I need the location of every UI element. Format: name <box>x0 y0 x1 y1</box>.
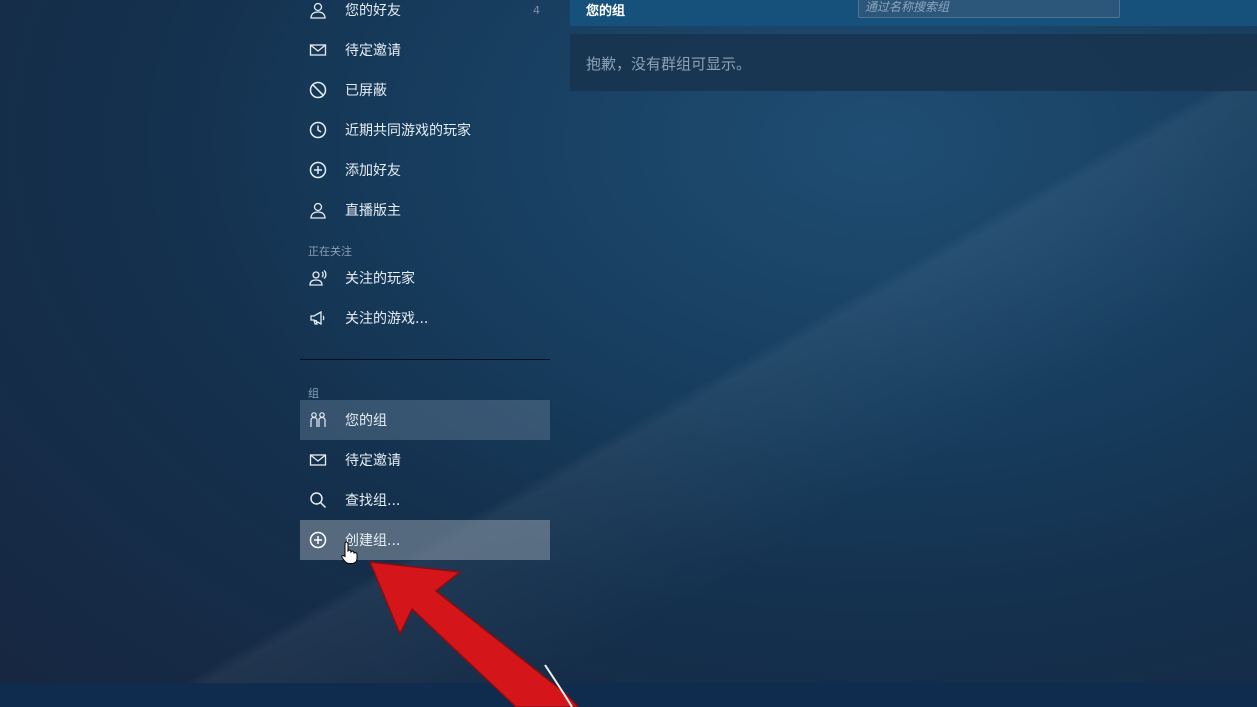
group-icon <box>309 411 327 429</box>
megaphone-icon <box>309 309 327 327</box>
sidebar-item-your-friends[interactable]: 您的好友 4 <box>300 0 550 30</box>
sidebar-item-label: 关注的游戏... <box>345 311 429 327</box>
sidebar-item-add-friend[interactable]: 添加好友 <box>300 150 550 190</box>
sidebar-item-group-invites[interactable]: 待定邀请 <box>300 440 550 480</box>
plus-circle-icon <box>309 161 327 179</box>
sidebar-item-label: 您的组 <box>345 413 387 429</box>
sidebar-item-label: 待定邀请 <box>345 43 401 59</box>
sidebar-item-label: 待定邀请 <box>345 453 401 469</box>
clock-icon <box>309 121 327 139</box>
empty-message: 抱歉，没有群组可显示。 <box>586 55 752 73</box>
sidebar-item-followed-players[interactable]: 关注的玩家 <box>300 258 550 298</box>
empty-groups-panel: 抱歉，没有群组可显示。 <box>570 34 1257 91</box>
person-icon <box>309 201 327 219</box>
mail-icon <box>309 41 327 59</box>
person-icon <box>309 1 327 19</box>
sidebar-item-your-groups[interactable]: 您的组 <box>300 400 550 440</box>
bottom-bar <box>0 683 1257 707</box>
groups-header: 您的组 <box>570 0 1257 26</box>
red-arrow-annotation <box>368 561 580 707</box>
mail-icon <box>309 451 327 469</box>
sidebar-item-label: 您的好友 <box>345 3 401 19</box>
sidebar-item-followed-games[interactable]: 关注的游戏... <box>300 298 550 338</box>
blocked-icon <box>309 81 327 99</box>
sidebar-item-label: 近期共同游戏的玩家 <box>345 123 471 139</box>
person-broadcast-icon <box>309 269 327 287</box>
group-search-input[interactable] <box>858 0 1120 18</box>
sidebar-item-label: 已屏蔽 <box>345 83 387 99</box>
friend-count: 4 <box>533 3 540 17</box>
sidebar-item-label: 直播版主 <box>345 203 401 219</box>
sidebar-item-blocked[interactable]: 已屏蔽 <box>300 70 550 110</box>
search-icon <box>309 491 327 509</box>
sidebar-item-label: 添加好友 <box>345 163 401 179</box>
page-title: 您的组 <box>586 4 626 19</box>
plus-circle-icon <box>309 531 327 549</box>
sidebar-item-find-groups[interactable]: 查找组... <box>300 480 550 520</box>
section-divider <box>300 359 550 360</box>
hand-cursor-icon <box>341 541 358 564</box>
section-label-following: 正在关注 <box>308 245 352 258</box>
sidebar-item-label: 关注的玩家 <box>345 271 415 287</box>
sidebar-item-recent-players[interactable]: 近期共同游戏的玩家 <box>300 110 550 150</box>
sidebar-item-create-group[interactable]: 创建组... <box>300 520 550 560</box>
sidebar-item-pending-invites[interactable]: 待定邀请 <box>300 30 550 70</box>
section-label-groups: 组 <box>308 387 319 400</box>
sidebar-item-stream-moderators[interactable]: 直播版主 <box>300 190 550 230</box>
sidebar-item-label: 查找组... <box>345 493 401 509</box>
